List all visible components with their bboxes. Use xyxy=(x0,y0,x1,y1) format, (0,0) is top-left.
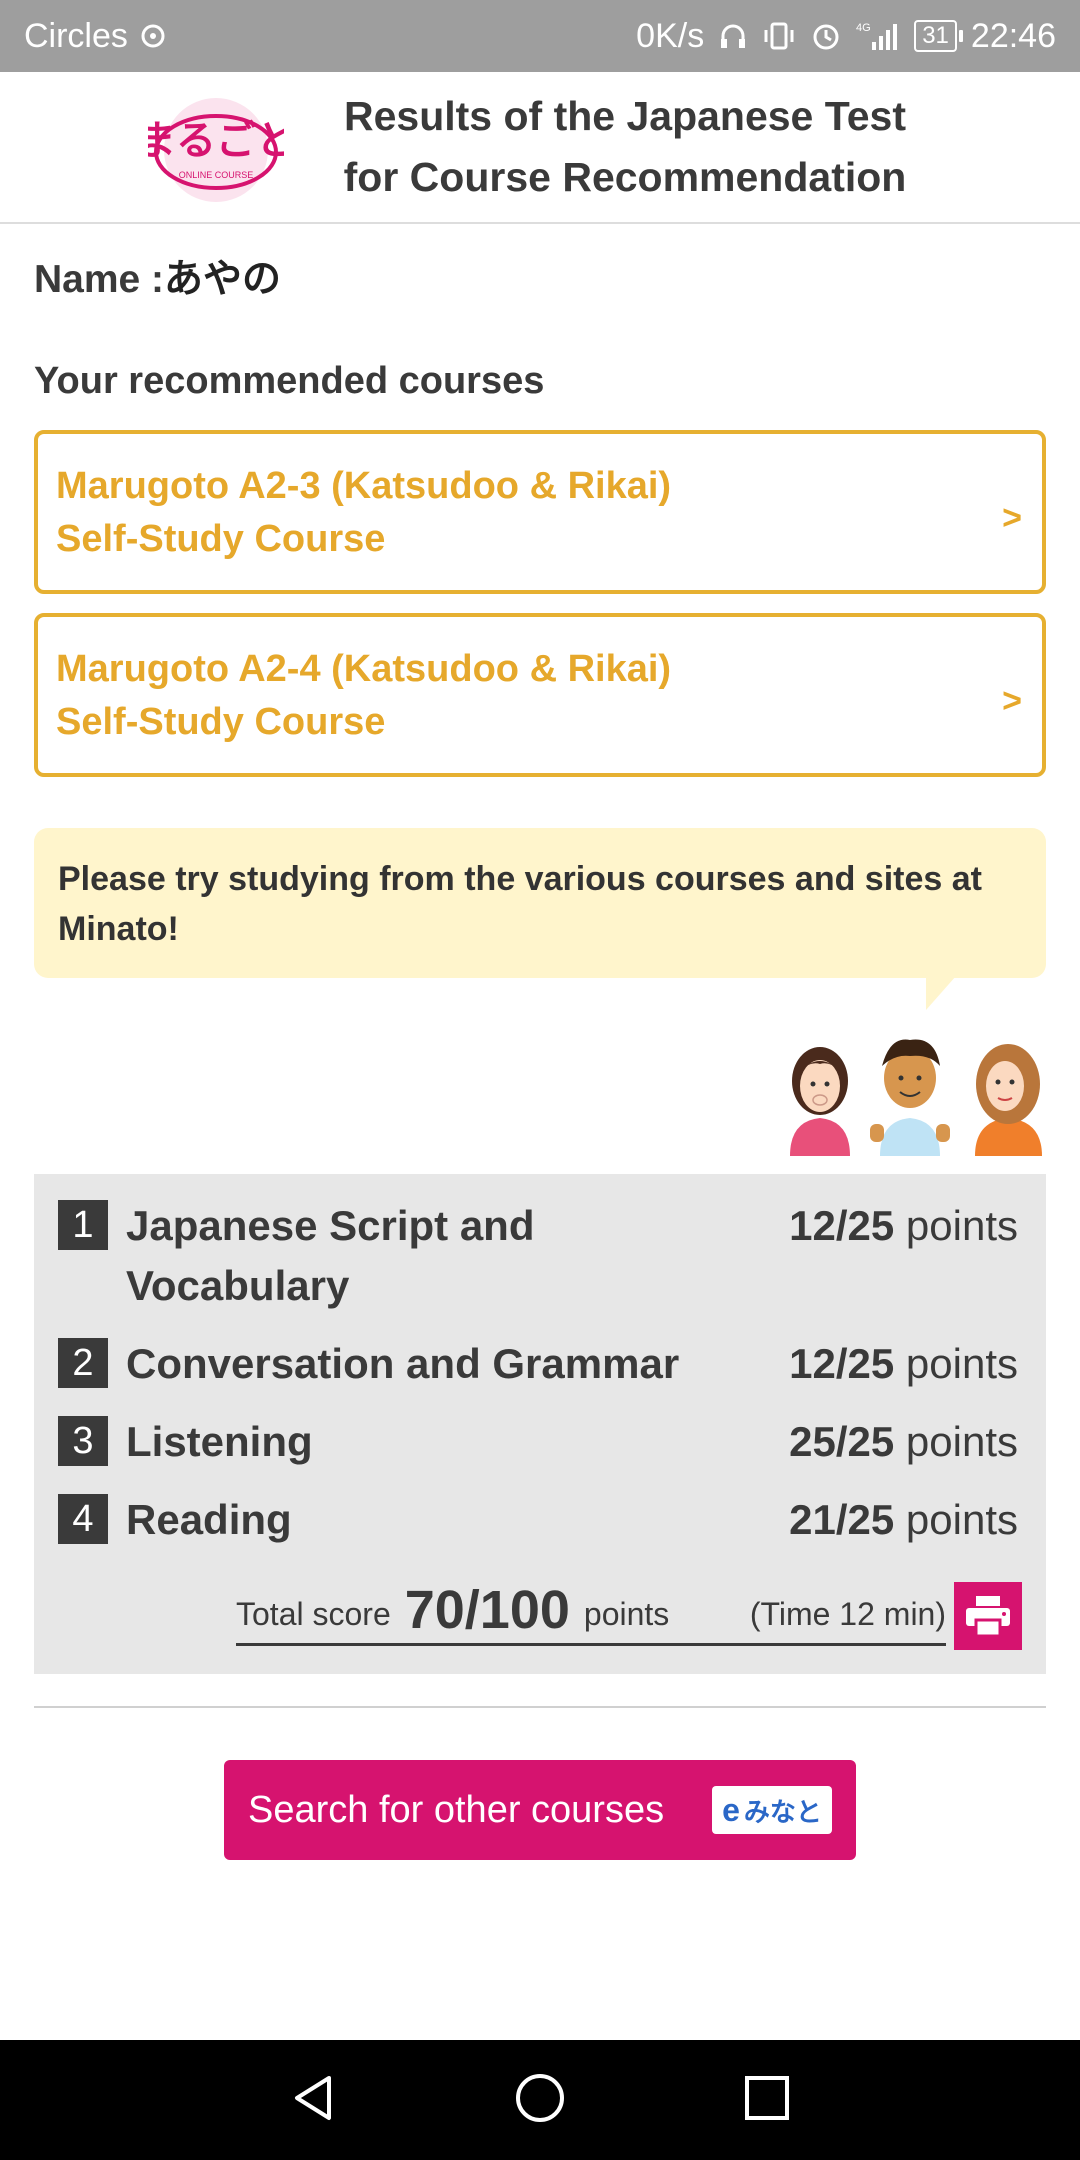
row-number-badge: 2 xyxy=(58,1338,108,1388)
print-button[interactable] xyxy=(954,1582,1022,1650)
carrier-name: Circles xyxy=(24,16,128,55)
section-label: Conversation and Grammar xyxy=(126,1340,680,1387)
svg-text:4G: 4G xyxy=(856,22,871,34)
name-label: Name : xyxy=(34,258,165,301)
marugoto-logo[interactable]: まるごと ONLINE COURSE xyxy=(136,92,296,208)
printer-icon xyxy=(966,1596,1010,1638)
battery-indicator: 31 xyxy=(914,20,963,52)
advice-bubble: Please try studying from the various cou… xyxy=(34,828,1046,978)
man-character-icon xyxy=(870,1039,950,1156)
row-number-badge: 3 xyxy=(58,1416,108,1466)
svg-text:まるごと: まるごと xyxy=(148,118,284,164)
course-title-line2: Self-Study Course xyxy=(56,701,386,743)
section-score: 12/25 points xyxy=(789,1340,1018,1387)
user-name-row: Name :あやの xyxy=(34,248,281,304)
course-card-a2-3[interactable]: Marugoto A2-3 (Katsudoo & Rikai) Self-St… xyxy=(34,430,1046,594)
total-score-value: 70/100 xyxy=(404,1580,570,1640)
course-title-line1: Marugoto A2-4 (Katsudoo & Rikai) xyxy=(56,648,672,690)
score-row: 1 Japanese Script and Vocabulary 12/25 p… xyxy=(58,1196,1018,1316)
search-button-label: Search for other courses xyxy=(248,1788,665,1831)
total-score-unit: points xyxy=(583,1596,670,1632)
total-score-label: Total score xyxy=(236,1596,391,1632)
total-score: Total score 70/100 points (Time 12 min) xyxy=(236,1572,946,1646)
search-other-courses-button[interactable]: Search for other courses e みなと xyxy=(224,1760,856,1860)
back-icon[interactable] xyxy=(285,2070,341,2131)
section-score: 25/25 points xyxy=(789,1418,1018,1465)
page-header: まるごと ONLINE COURSE Results of the Japane… xyxy=(0,72,1080,224)
chevron-right-icon: > xyxy=(1002,499,1022,537)
woman-character-icon xyxy=(790,1047,850,1156)
section-score: 12/25 points xyxy=(789,1202,1018,1249)
course-title-line1: Marugoto A2-3 (Katsudoo & Rikai) xyxy=(56,465,672,507)
sync-icon xyxy=(138,21,168,51)
row-number-badge: 1 xyxy=(58,1200,108,1250)
page-title-line1: Results of the Japanese Test xyxy=(343,93,907,139)
section-label: Japanese Script and Vocabulary xyxy=(126,1202,535,1309)
home-icon[interactable] xyxy=(512,2070,568,2131)
score-summary: 1 Japanese Script and Vocabulary 12/25 p… xyxy=(34,1174,1046,1674)
system-navigation-bar xyxy=(0,2040,1080,2160)
signal-icon: 4G xyxy=(856,20,900,52)
section-score: 21/25 points xyxy=(789,1496,1018,1543)
status-bar: Circles 0K/s 4G 31 22:46 xyxy=(0,0,1080,72)
score-row: 4 Reading 21/25 points xyxy=(58,1490,1018,1550)
course-card-a2-4[interactable]: Marugoto A2-4 (Katsudoo & Rikai) Self-St… xyxy=(34,613,1046,777)
characters-illustration xyxy=(780,1026,1050,1156)
course-title-line2: Self-Study Course xyxy=(56,518,386,560)
bubble-tail xyxy=(926,976,956,1010)
clock: 22:46 xyxy=(970,16,1056,55)
vibrate-icon xyxy=(762,21,796,51)
section-label: Listening xyxy=(126,1418,313,1465)
network-speed: 0K/s xyxy=(636,16,705,55)
section-label: Reading xyxy=(126,1496,292,1543)
row-number-badge: 4 xyxy=(58,1494,108,1544)
svg-text:ONLINE COURSE: ONLINE COURSE xyxy=(179,170,254,180)
recommended-courses-heading: Your recommended courses xyxy=(34,360,545,402)
name-value: あやの xyxy=(164,258,282,301)
minato-logo: e みなと xyxy=(712,1786,832,1834)
recents-icon[interactable] xyxy=(739,2070,795,2131)
page-title-line2: for Course Recommendation xyxy=(343,154,907,200)
headphones-icon xyxy=(718,21,748,51)
score-row: 3 Listening 25/25 points xyxy=(58,1412,1018,1472)
score-row: 2 Conversation and Grammar 12/25 points xyxy=(58,1334,1018,1394)
alarm-icon xyxy=(810,20,842,52)
woman-character-icon xyxy=(975,1044,1042,1156)
test-duration: (Time 12 min) xyxy=(749,1596,946,1632)
section-divider xyxy=(34,1706,1046,1708)
chevron-right-icon: > xyxy=(1002,682,1022,720)
page-title: Results of the Japanese Test for Course … xyxy=(300,86,950,208)
